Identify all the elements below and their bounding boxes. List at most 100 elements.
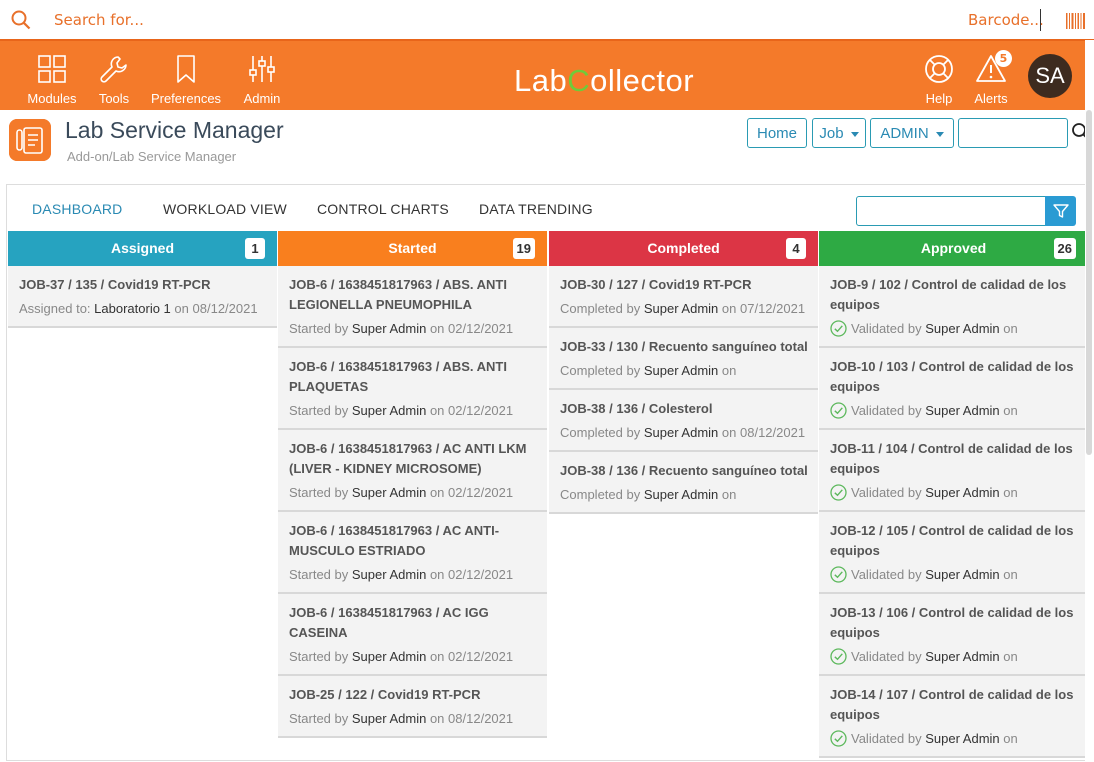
filter-button[interactable] [1045, 196, 1076, 226]
card-status-prefix: Started by [289, 321, 349, 336]
job-card[interactable]: JOB-6 / 1638451817963 / AC IGG CASEINA St… [278, 594, 547, 676]
job-card[interactable]: JOB-13 / 106 / Control de calidad de los… [819, 594, 1088, 676]
job-card[interactable]: JOB-6 / 1638451817963 / ABS. ANTI LEGION… [278, 266, 547, 348]
card-status-prefix: Completed by [560, 487, 641, 502]
card-title[interactable]: JOB-37 / 135 / Covid19 RT-PCR [19, 275, 267, 295]
card-status-prefix: Started by [289, 711, 349, 726]
card-meta: Validated by Super Admin on [830, 565, 1078, 584]
job-card[interactable]: JOB-38 / 136 / Recuento sanguíneo total C… [549, 452, 818, 514]
labcollector-logo[interactable]: LabCollector [514, 63, 694, 99]
user-avatar[interactable]: SA [1028, 54, 1072, 98]
search-input[interactable] [54, 9, 754, 31]
breadcrumb: Add-on/Lab Service Manager [67, 149, 237, 164]
card-title[interactable]: JOB-9 / 102 / Control de calidad de los … [830, 275, 1078, 315]
card-on: on [174, 301, 189, 316]
job-card[interactable]: JOB-12 / 105 / Control de calidad de los… [819, 512, 1088, 594]
card-on: on [1003, 321, 1018, 336]
job-card[interactable]: JOB-11 / 104 / Control de calidad de los… [819, 430, 1088, 512]
job-dropdown[interactable]: Job [812, 118, 866, 148]
nav-alerts[interactable]: Alerts 5 [970, 41, 1012, 112]
card-title[interactable]: JOB-13 / 106 / Control de calidad de los… [830, 603, 1078, 643]
nav-help[interactable]: Help [920, 41, 958, 112]
barcode-input[interactable]: Barcode... [968, 11, 1044, 29]
card-title[interactable]: JOB-14 / 107 / Control de calidad de los… [830, 685, 1078, 725]
job-card[interactable]: JOB-14 / 107 / Control de calidad de los… [819, 676, 1088, 758]
check-circle-icon [830, 402, 847, 419]
nav-preferences[interactable]: Preferences [146, 41, 226, 112]
card-status-prefix: Assigned to: [19, 301, 91, 316]
barcode-icon[interactable] [1066, 13, 1086, 29]
home-button[interactable]: Home [747, 118, 807, 148]
card-date: 08/12/2021 [740, 425, 806, 440]
tab-control-charts[interactable]: CONTROL CHARTS [317, 201, 449, 217]
tab-dashboard[interactable]: DASHBOARD [32, 201, 122, 217]
check-circle-icon [830, 484, 847, 501]
job-card[interactable]: JOB-10 / 103 / Control de calidad de los… [819, 348, 1088, 430]
admin-dropdown[interactable]: ADMIN [870, 118, 954, 148]
card-on: on [721, 301, 737, 316]
card-title[interactable]: JOB-38 / 136 / Recuento sanguíneo total [560, 461, 808, 481]
job-card[interactable]: JOB-37 / 135 / Covid19 RT-PCR Assigned to… [8, 266, 277, 328]
tab-data-trending[interactable]: DATA TRENDING [479, 201, 593, 217]
card-user: Laboratorio 1 [94, 301, 171, 316]
card-status-prefix: Started by [289, 567, 349, 582]
filter-input[interactable] [856, 196, 1046, 226]
card-list: JOB-6 / 1638451817963 / ABS. ANTI LEGION… [278, 266, 547, 738]
card-user: Super Admin [351, 485, 427, 500]
job-card[interactable]: JOB-9 / 102 / Control de calidad de los … [819, 266, 1088, 348]
card-title[interactable]: JOB-33 / 130 / Recuento sanguíneo total [560, 337, 808, 357]
header-search-input[interactable] [958, 118, 1068, 148]
card-user: Super Admin [643, 363, 719, 378]
card-date: 02/12/2021 [448, 485, 514, 500]
nav-admin[interactable]: Admin [238, 41, 286, 112]
card-on: on [721, 363, 737, 378]
check-circle-icon [830, 730, 847, 747]
card-on: on [429, 649, 445, 664]
card-user: Super Admin [925, 731, 1000, 746]
card-title[interactable]: JOB-38 / 136 / Colesterol [560, 399, 808, 419]
nav-label: Preferences [150, 91, 222, 106]
card-title[interactable]: JOB-12 / 105 / Control de calidad de los… [830, 521, 1078, 561]
nav-tools[interactable]: Tools [93, 41, 135, 112]
job-card[interactable]: JOB-25 / 122 / Covid19 RT-PCR Started by … [278, 676, 547, 738]
card-on: on [429, 485, 445, 500]
card-meta: Validated by Super Admin on [830, 729, 1078, 748]
wrench-icon [100, 56, 127, 83]
card-title[interactable]: JOB-25 / 122 / Covid19 RT-PCR [289, 685, 537, 705]
tab-workload-view[interactable]: WORKLOAD VIEW [163, 201, 287, 217]
job-card[interactable]: JOB-38 / 136 / Colesterol Completed by Su… [549, 390, 818, 452]
card-title[interactable]: JOB-6 / 1638451817963 / AC ANTI LKM (LIV… [289, 439, 537, 479]
column-count-badge: 19 [512, 238, 535, 259]
page-header: Lab Service Manager Add-on/Lab Service M… [0, 110, 1094, 184]
nav-label: Help [925, 91, 953, 106]
card-title[interactable]: JOB-10 / 103 / Control de calidad de los… [830, 357, 1078, 397]
lifebuoy-icon [925, 55, 953, 83]
job-card[interactable]: JOB-30 / 127 / Covid19 RT-PCR Completed b… [549, 266, 818, 328]
card-meta: Assigned to: Laboratorio 1 on 08/12/2021 [19, 299, 267, 318]
nav-modules[interactable]: Modules [22, 41, 82, 112]
column-header: Approved 26 [819, 231, 1088, 266]
card-title[interactable]: JOB-11 / 104 / Control de calidad de los… [830, 439, 1078, 479]
card-status-prefix: Validated by [851, 485, 922, 500]
job-card[interactable]: JOB-33 / 130 / Recuento sanguíneo total C… [549, 328, 818, 390]
card-title[interactable]: JOB-6 / 1638451817963 / ABS. ANTI PLAQUE… [289, 357, 537, 397]
card-status-prefix: Validated by [851, 403, 922, 418]
card-user: Super Admin [925, 485, 1000, 500]
scrollbar-thumb[interactable] [1086, 110, 1092, 455]
sliders-icon [249, 56, 275, 82]
card-title[interactable]: JOB-6 / 1638451817963 / ABS. ANTI LEGION… [289, 275, 537, 315]
card-title[interactable]: JOB-6 / 1638451817963 / AC ANTI-MUSCULO … [289, 521, 537, 561]
job-card[interactable]: JOB-6 / 1638451817963 / ABS. ANTI PLAQUE… [278, 348, 547, 430]
card-title[interactable]: JOB-30 / 127 / Covid19 RT-PCR [560, 275, 808, 295]
column-header: Assigned 1 [8, 231, 277, 266]
card-title[interactable]: JOB-6 / 1638451817963 / AC IGG CASEINA [289, 603, 537, 643]
job-card[interactable]: JOB-6 / 1638451817963 / AC ANTI-MUSCULO … [278, 512, 547, 594]
card-date: 02/12/2021 [448, 321, 514, 336]
global-search-bar: Barcode... [0, 0, 1094, 40]
job-card[interactable]: JOB-6 / 1638451817963 / AC ANTI LKM (LIV… [278, 430, 547, 512]
search-icon[interactable] [11, 10, 31, 30]
card-list: JOB-30 / 127 / Covid19 RT-PCR Completed b… [549, 266, 818, 514]
card-on: on [429, 403, 445, 418]
page-scrollbar[interactable] [1085, 40, 1094, 761]
top-navigation-bar: Modules Tools Preferences Admin LabColle… [0, 39, 1094, 110]
